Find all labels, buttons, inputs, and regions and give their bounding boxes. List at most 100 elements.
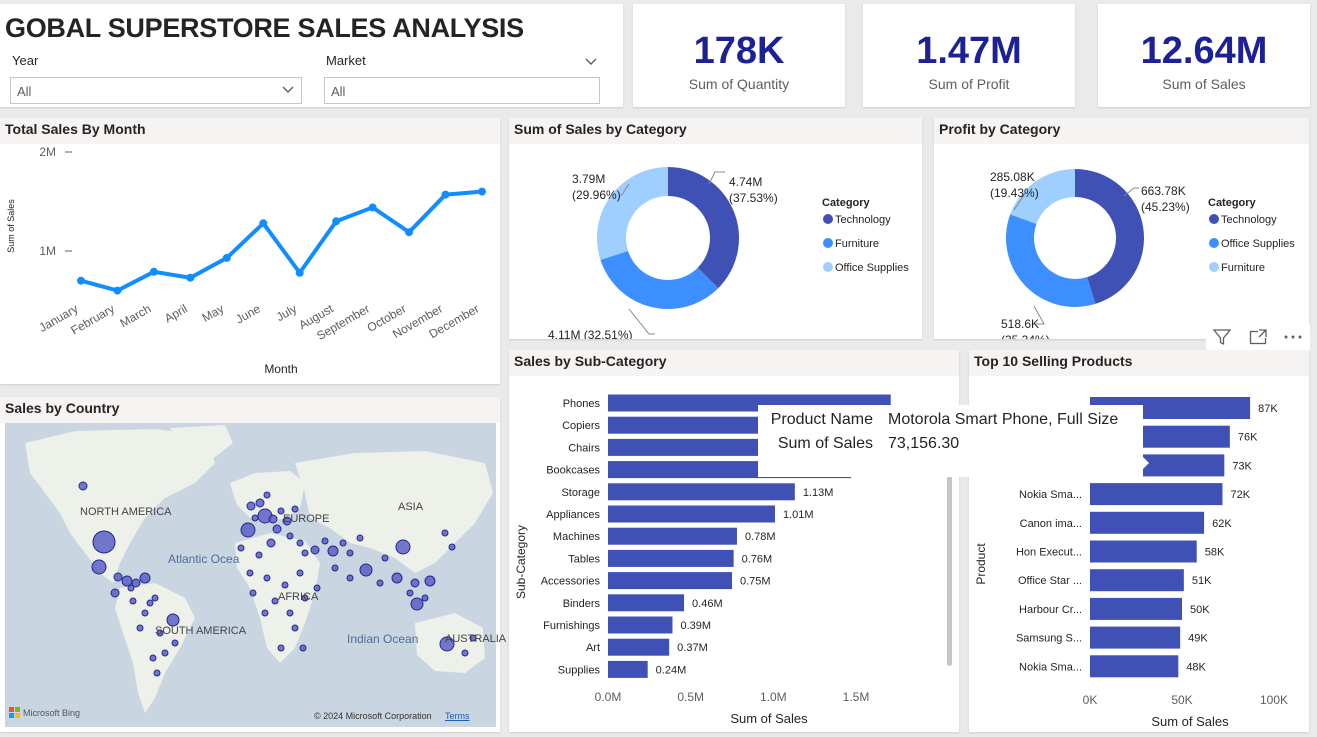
country-bubble	[249, 589, 257, 597]
country-bubble	[153, 669, 161, 677]
legend-item: Office Supplies	[1221, 238, 1295, 250]
more-options-icon[interactable]	[1282, 327, 1304, 352]
country-bubble	[171, 639, 179, 647]
x-tick-label: 0.0M	[595, 690, 622, 704]
data-point	[77, 276, 85, 285]
country-bubble	[291, 624, 299, 632]
y-tick-label: Storage	[561, 487, 600, 499]
x-axis-title: Sum of Sales	[1151, 714, 1229, 729]
y-tick-label: Phones	[563, 398, 601, 410]
country-bubble	[127, 584, 135, 592]
data-label: 48K	[1186, 661, 1206, 673]
country-bubble	[441, 529, 449, 537]
visual-title: Profit by Category	[939, 121, 1061, 137]
kpi-card-sales[interactable]: 12.64M Sum of Sales	[1098, 4, 1310, 107]
country-bubble	[141, 609, 149, 617]
country-bubble	[263, 574, 271, 582]
y-axis-title: Product	[974, 543, 988, 585]
line-chart: 1M2MSum of SalesJanuaryFebruary March Apri…	[6, 145, 486, 376]
sales-by-category-card[interactable]: Sum of Sales by Category 4.74M (37.53%) 4.…	[509, 118, 922, 339]
country-bubble	[346, 549, 354, 557]
country-bubble	[237, 544, 245, 552]
country-bubble	[113, 572, 123, 582]
kpi-card-quantity[interactable]: 178K Sum of Quantity	[633, 4, 845, 107]
country-bubble	[461, 649, 469, 657]
country-bubble	[263, 491, 271, 499]
world-map[interactable]: NORTH AMERICA EUROPE ASIA Atlantic Ocea …	[5, 423, 506, 727]
year-slicer-value: All	[17, 84, 32, 99]
country-bubble	[301, 549, 309, 557]
legend-marker	[1209, 238, 1219, 248]
asia-landmass	[295, 451, 493, 573]
country-bubble	[321, 537, 329, 545]
x-tick-label: 100K	[1260, 693, 1288, 707]
kpi-value: 1.47M	[916, 30, 1022, 72]
filter-icon[interactable]	[1212, 327, 1232, 352]
country-bubble	[296, 569, 304, 577]
y-tick-label: Bookcases	[546, 465, 600, 477]
y-tick-label: Supplies	[558, 664, 601, 676]
bar	[608, 638, 670, 656]
data-point	[332, 217, 341, 226]
country-bubble	[136, 624, 144, 632]
country-bubble	[121, 575, 133, 587]
profit-by-category-card[interactable]: Profit by Category 663.78K (45.23%) 518.6K…	[934, 118, 1309, 339]
x-tick-label: 0.5M	[677, 690, 704, 704]
year-slicer-dropdown[interactable]: All	[10, 77, 302, 104]
data-label-percent: (35.34%)	[1001, 333, 1050, 339]
bar	[608, 572, 732, 590]
legend-title: Category	[822, 197, 871, 209]
data-label: 285.08K	[990, 170, 1035, 184]
legend-marker	[823, 238, 833, 248]
x-tick-label: July	[274, 301, 299, 324]
map-label-europe: EUROPE	[283, 513, 330, 525]
data-label: 0.39M	[680, 620, 711, 632]
country-bubble	[92, 530, 116, 554]
data-label: 0.46M	[692, 598, 723, 610]
kpi-label: Sum of Sales	[1162, 76, 1246, 92]
country-bubble	[421, 594, 429, 602]
data-label: 1.01M	[783, 509, 814, 521]
country-bubble	[151, 594, 159, 602]
kpi-card-profit[interactable]: 1.47M Sum of Profit	[863, 4, 1075, 107]
x-tick-label: March	[118, 301, 154, 330]
visual-action-bar	[1206, 324, 1310, 350]
country-bubble	[149, 654, 157, 662]
chevron-down-icon[interactable]	[584, 54, 598, 71]
country-bubble	[410, 578, 420, 588]
country-bubble	[331, 564, 339, 572]
focus-mode-icon[interactable]	[1248, 327, 1268, 352]
data-label: 72K	[1230, 489, 1250, 501]
country-bubble	[299, 644, 307, 652]
legend-marker	[1209, 214, 1219, 224]
data-point	[405, 228, 414, 237]
country-bubble	[356, 534, 364, 542]
leader-line	[628, 308, 655, 335]
data-label: 0.78M	[745, 531, 776, 543]
map-terms-link[interactable]: Terms	[445, 711, 470, 721]
country-bubble	[277, 644, 285, 652]
country-bubble	[424, 575, 436, 587]
country-bubble	[406, 589, 414, 597]
sales-by-month-card[interactable]: Total Sales By Month 1M 2M Sum of Sales Jan…	[0, 118, 500, 384]
data-label: 73K	[1232, 460, 1252, 472]
country-bubble	[281, 581, 289, 589]
country-bubble	[246, 569, 254, 577]
country-bubble	[291, 505, 299, 513]
y-tick-label: Harbour Cr...	[1019, 604, 1082, 616]
data-point	[368, 203, 377, 212]
bar	[1090, 569, 1184, 592]
y-tick-label: Nokia Sma...	[1019, 661, 1082, 673]
country-bubble	[255, 498, 265, 508]
country-bubble	[139, 572, 151, 584]
data-label: 0.37M	[677, 642, 708, 654]
market-slicer-dropdown[interactable]: All	[324, 77, 600, 104]
south-america-landmass	[115, 583, 195, 713]
y-axis-title: Sum of Sales	[6, 199, 16, 253]
country-bubble	[339, 539, 347, 547]
scrollbar[interactable]	[947, 470, 952, 666]
tooltip-pointer	[1141, 455, 1149, 471]
kpi-label: Sum of Profit	[928, 76, 1010, 92]
kpi-label: Sum of Quantity	[688, 76, 790, 92]
country-bubble	[261, 609, 269, 617]
